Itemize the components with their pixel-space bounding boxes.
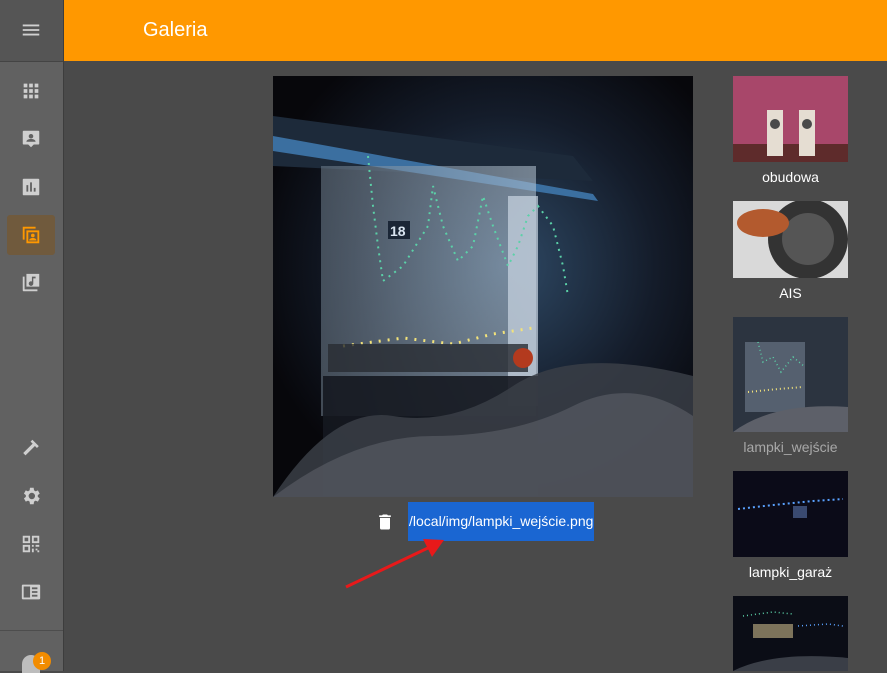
thumbnail-label[interactable]: obudowa bbox=[733, 169, 848, 185]
main-image[interactable]: 18 bbox=[273, 76, 693, 497]
sidebar-item-gallery[interactable] bbox=[7, 215, 55, 255]
sidebar-item-tools[interactable] bbox=[7, 428, 55, 468]
sidebar-item-devices[interactable] bbox=[7, 119, 55, 159]
night-house-photo bbox=[733, 596, 848, 671]
speaker-closeup-photo bbox=[733, 201, 848, 278]
hamburger-menu-icon bbox=[22, 24, 40, 36]
speakers-photo bbox=[733, 76, 848, 162]
hammer-icon bbox=[23, 439, 39, 456]
apps-grid-icon bbox=[23, 83, 39, 99]
sidebar-item-music[interactable] bbox=[7, 263, 55, 303]
sidebar-item-panel[interactable] bbox=[7, 572, 55, 612]
menu-toggle-button[interactable] bbox=[7, 10, 55, 50]
sidebar-item-charts[interactable] bbox=[7, 167, 55, 207]
thumbnail-label[interactable]: lampki_wejście bbox=[733, 439, 848, 455]
qr-code-icon bbox=[22, 535, 40, 553]
svg-text:18: 18 bbox=[390, 223, 406, 239]
thumbnail-night-house[interactable] bbox=[733, 596, 848, 671]
gear-icon bbox=[23, 487, 40, 505]
thumbnail-label[interactable]: AIS bbox=[733, 285, 848, 301]
bar-chart-icon bbox=[22, 178, 40, 196]
page-title: Galeria bbox=[143, 19, 208, 41]
panel-icon bbox=[21, 584, 41, 600]
thumbnail-ais[interactable] bbox=[733, 201, 848, 278]
notification-badge: 1 bbox=[33, 652, 51, 670]
thumbnail-obudowa[interactable] bbox=[733, 76, 848, 162]
trash-icon bbox=[379, 514, 391, 530]
porch-lights-photo bbox=[733, 317, 848, 432]
thumbnail-label[interactable]: lampki_garaż bbox=[733, 564, 848, 580]
thumbnail-lampki-wejscie[interactable] bbox=[733, 317, 848, 432]
sidebar-header bbox=[0, 0, 63, 62]
thumbnail-lampki-garaz[interactable] bbox=[733, 471, 848, 557]
account-box-icon bbox=[22, 130, 40, 148]
delete-button[interactable] bbox=[373, 510, 397, 534]
app-header: Galeria bbox=[64, 0, 887, 61]
image-person-icon bbox=[22, 226, 40, 244]
garage-lights-photo bbox=[733, 471, 848, 557]
sidebar-item-qr[interactable] bbox=[7, 524, 55, 564]
red-arrow-annotation bbox=[345, 539, 444, 589]
sidebar-item-settings[interactable] bbox=[7, 476, 55, 516]
sidebar: 1 bbox=[0, 0, 64, 673]
night-porch-lights-photo: 18 bbox=[273, 76, 693, 497]
music-library-icon bbox=[22, 273, 40, 292]
sidebar-item-dashboard[interactable] bbox=[7, 71, 55, 111]
sidebar-divider bbox=[0, 630, 63, 631]
